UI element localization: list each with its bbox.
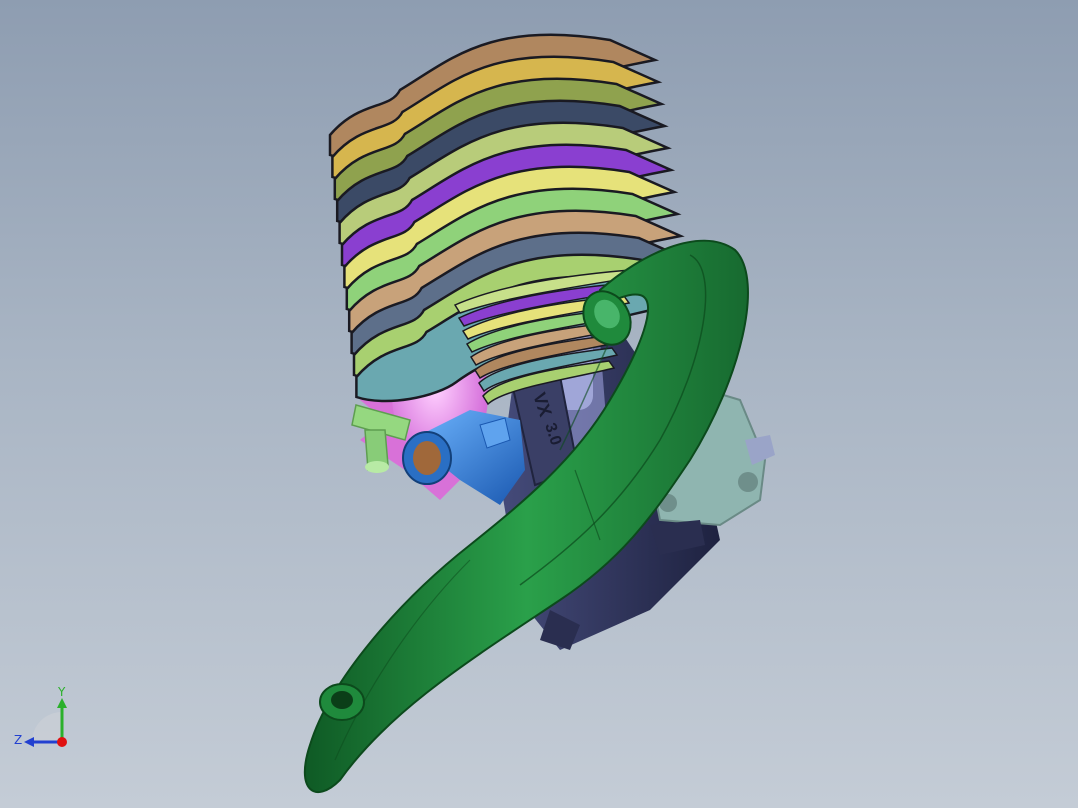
orientation-triad: Y Z bbox=[10, 684, 80, 754]
triad-y-label: Y bbox=[57, 685, 66, 699]
3d-viewport[interactable]: VX 3.0 bbox=[0, 0, 1078, 808]
x-axis-icon bbox=[57, 737, 67, 747]
triad-z-label: Z bbox=[14, 733, 22, 747]
triad-plane-icon bbox=[32, 712, 62, 742]
